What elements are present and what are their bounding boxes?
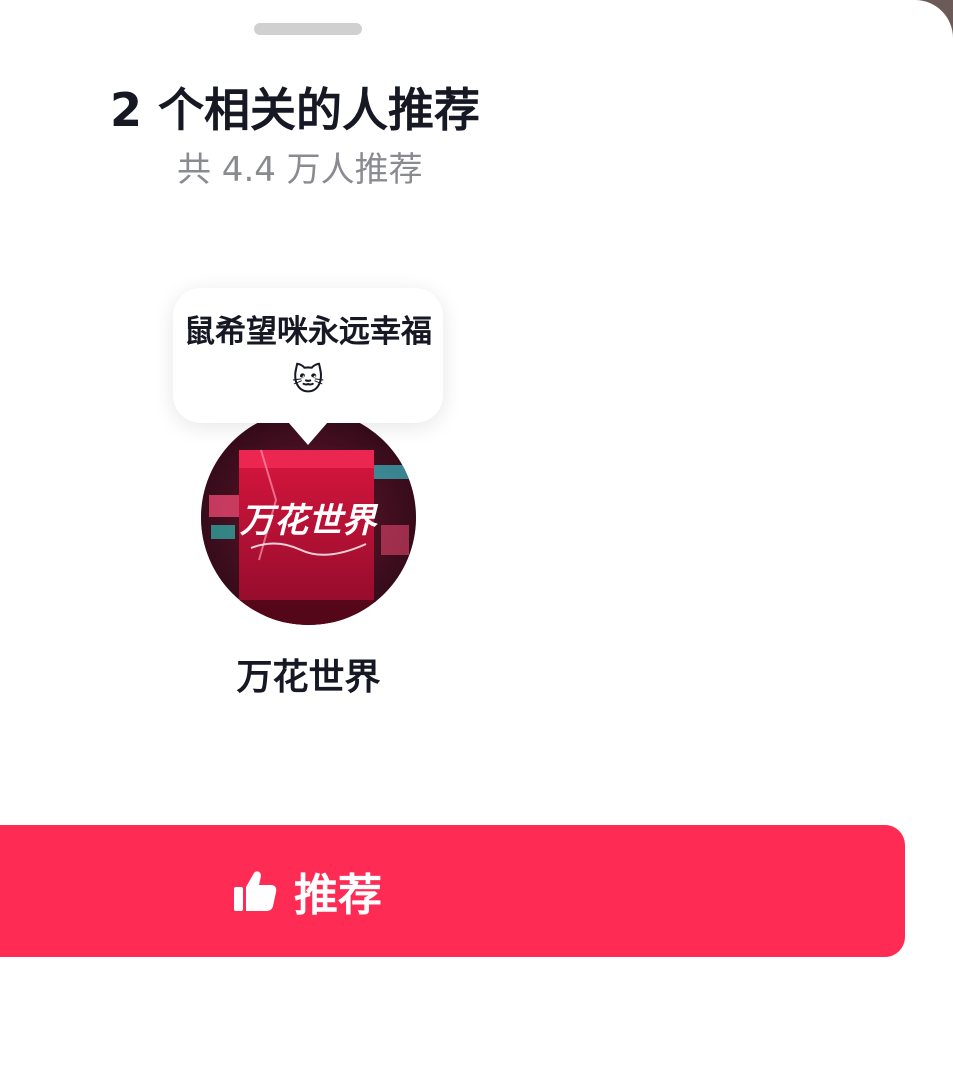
sheet-subtitle: 共 4.4 万人推荐 — [177, 150, 423, 190]
recommender-name[interactable]: 万花世界 — [201, 654, 416, 702]
recommend-button-label: 推荐 — [294, 870, 382, 921]
recommendations-page: 2 个相关的人推荐 共 4.4 万人推荐 鼠希望咪永远幸福🐱 万花世界 万花世界… — [0, 0, 953, 1083]
sheet-title: 2 个相关的人推荐 — [110, 83, 481, 137]
sheet-drag-handle[interactable] — [254, 23, 362, 35]
avatar-logo-text: 万花世界 — [239, 501, 379, 541]
recommend-button-content: 推荐 — [232, 825, 382, 957]
comment-text: 鼠希望咪永远幸福🐱 — [184, 314, 432, 398]
comment-bubble: 鼠希望咪永远幸福🐱 — [173, 288, 443, 423]
bottom-sheet: 2 个相关的人推荐 共 4.4 万人推荐 鼠希望咪永远幸福🐱 万花世界 万花世界… — [0, 0, 953, 1083]
recommend-button[interactable]: 推荐 — [0, 825, 905, 957]
thumbs-up-icon — [234, 871, 277, 911]
